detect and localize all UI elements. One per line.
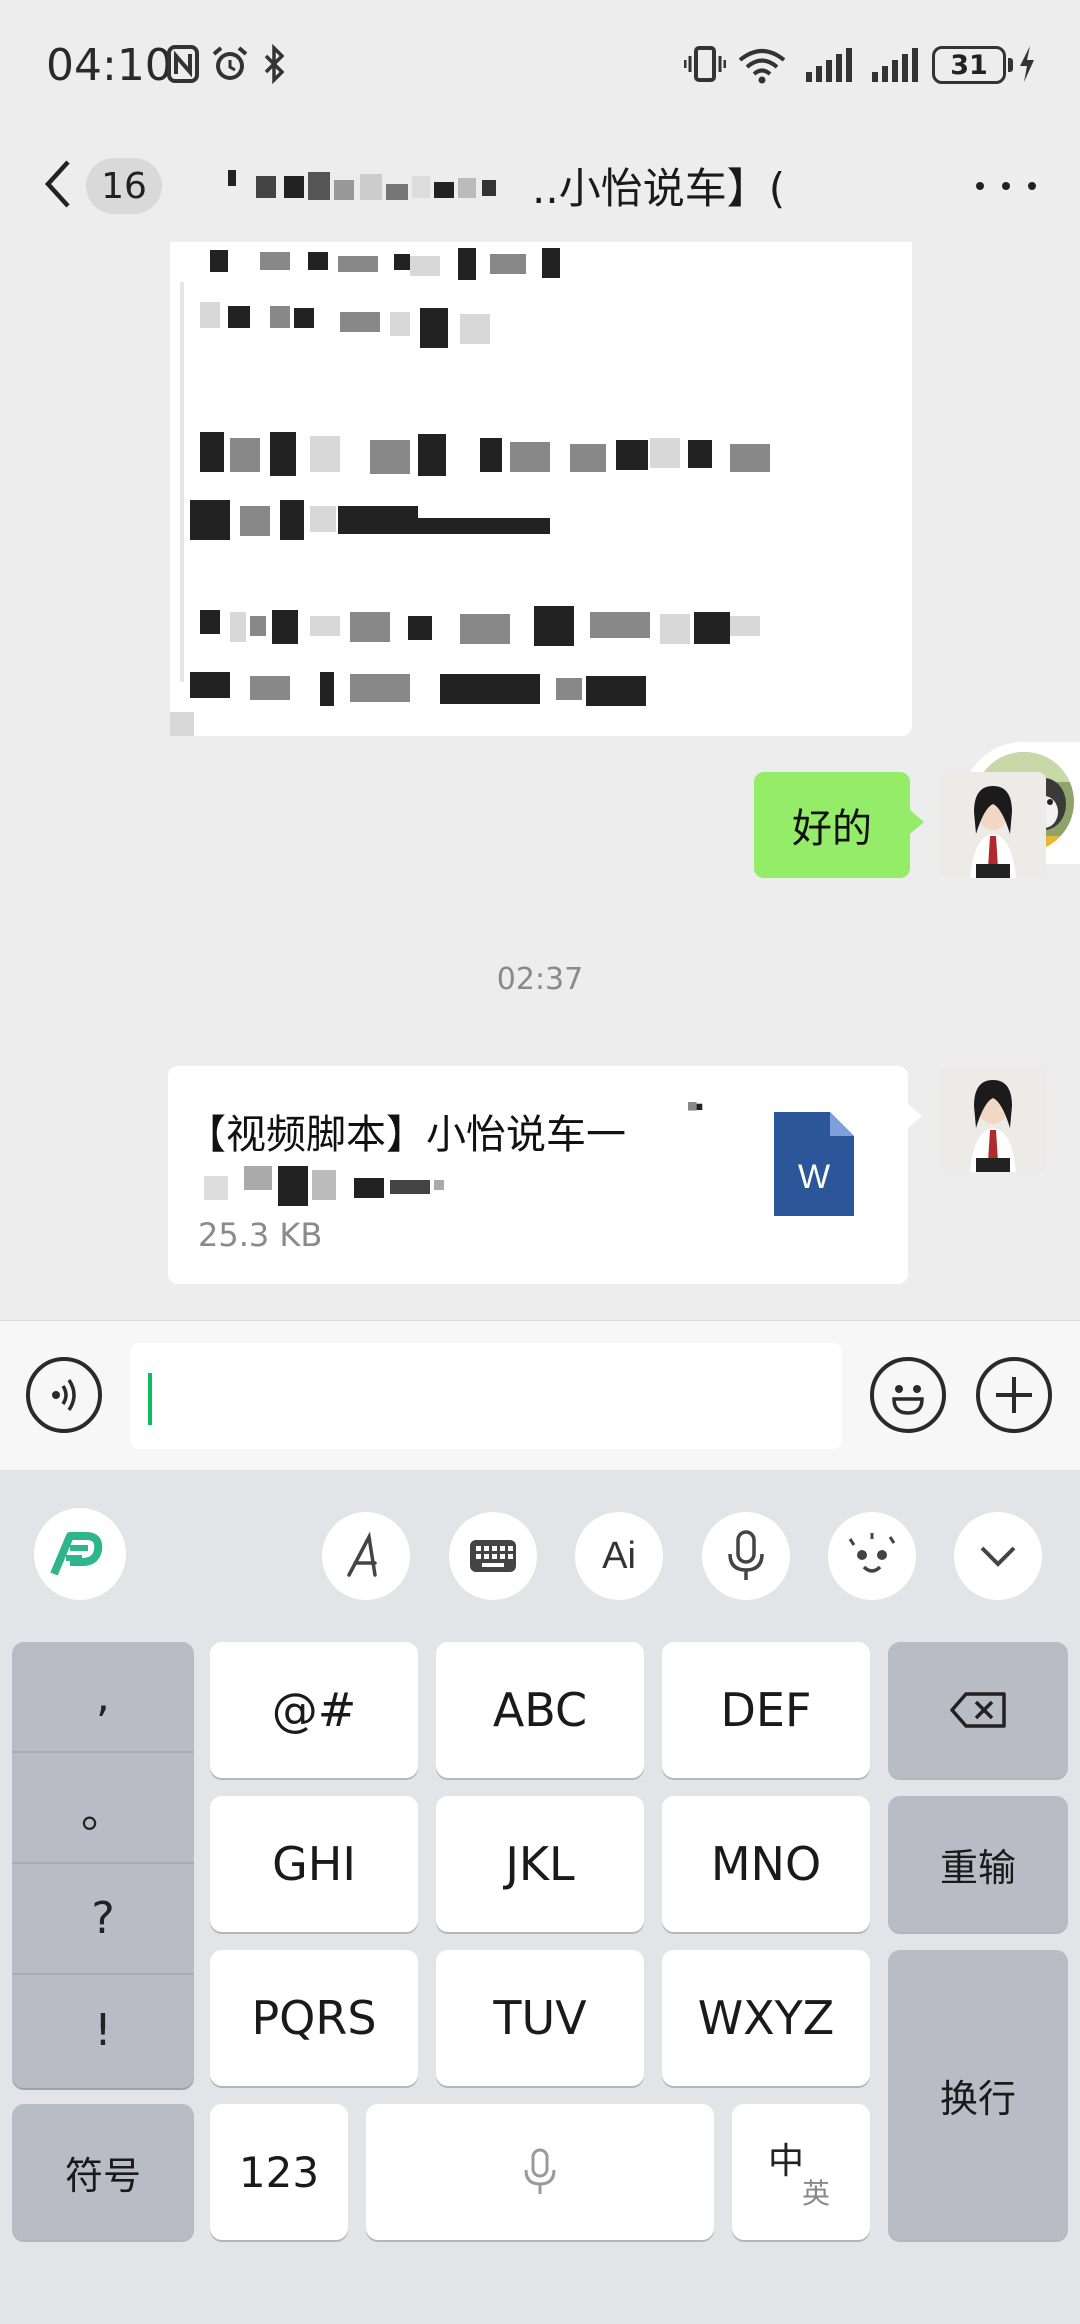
sent-message-bubble[interactable]: 好的 <box>754 772 924 878</box>
emoji-icon[interactable] <box>870 1357 946 1433</box>
redacted-mosaic <box>170 248 770 736</box>
battery-tip <box>1008 58 1013 72</box>
punctuation-key[interactable]: , <box>12 1642 194 1753</box>
charging-icon <box>1020 46 1034 82</box>
language-switch-key[interactable]: 中 英 <box>732 2104 870 2240</box>
alarm-icon <box>212 46 248 80</box>
key-jkl[interactable]: JKL <box>436 1796 644 1932</box>
backspace-key[interactable] <box>888 1642 1068 1778</box>
voice-icon[interactable] <box>26 1357 102 1433</box>
text-caret <box>148 1373 152 1425</box>
key-pqrs[interactable]: PQRS <box>210 1950 418 2086</box>
status-bar: 04:10 31 <box>0 0 1080 128</box>
signal-icon <box>806 48 852 82</box>
keyboard-toolbar: Ai <box>0 1470 1080 1634</box>
ai-icon[interactable]: Ai <box>575 1512 663 1600</box>
nfc-icon <box>167 45 199 83</box>
keyboard-logo-icon[interactable] <box>34 1508 126 1600</box>
microphone-icon[interactable] <box>702 1512 790 1600</box>
battery-indicator: 31 <box>932 46 1006 84</box>
emoticon-icon[interactable] <box>828 1512 916 1600</box>
keyboard: Ai , 。 ? ! @# ABC DEF GHI JKL MNO 重输 PQR… <box>0 1470 1080 2324</box>
numbers-key[interactable]: 123 <box>210 2104 348 2240</box>
battery-level: 31 <box>950 49 988 81</box>
zh-label: 中 <box>768 2141 805 2182</box>
keyboard-icon[interactable] <box>449 1512 537 1600</box>
word-icon-letter: W <box>798 1158 830 1196</box>
chat-title[interactable]: ..小怡说车】( <box>226 152 866 218</box>
newline-key[interactable]: 换行 <box>888 1950 1068 2240</box>
key-wxyz[interactable]: WXYZ <box>662 1950 870 2086</box>
file-name: 【视频脚本】小怡说车一 <box>186 1112 626 1158</box>
message-timestamp: 02:37 <box>496 962 584 997</box>
key-def[interactable]: DEF <box>662 1642 870 1778</box>
font-icon[interactable] <box>322 1512 410 1600</box>
punctuation-key[interactable]: ? <box>12 1864 194 1975</box>
my-avatar[interactable] <box>940 1066 1046 1172</box>
vibrate-icon <box>684 46 726 82</box>
more-icon[interactable] <box>976 168 1036 204</box>
symbols-key[interactable]: 符号 <box>12 2104 194 2240</box>
file-message-card[interactable]: 【视频脚本】小怡说车一 25.3 KB W <box>168 1066 922 1284</box>
key-tuv[interactable]: TUV <box>436 1950 644 2086</box>
en-label: 英 <box>802 2177 831 2210</box>
ai-label: Ai <box>602 1534 636 1577</box>
punctuation-key[interactable]: ! <box>12 1975 194 2086</box>
back-arrow-icon[interactable] <box>40 156 76 212</box>
unread-count-badge[interactable]: 16 <box>86 158 162 214</box>
chat-title-text: ..小怡说车】( <box>532 163 786 213</box>
punctuation-column[interactable]: , 。 ? ! <box>12 1642 194 2088</box>
sent-message-text: 好的 <box>792 806 872 852</box>
chat-header: 16 ..小怡说车】( <box>0 128 1080 242</box>
backspace-icon <box>950 1692 1006 1728</box>
message-input[interactable] <box>130 1343 842 1449</box>
punctuation-key[interactable]: 。 <box>12 1753 194 1864</box>
received-message-bubble[interactable] <box>170 242 912 736</box>
plus-icon[interactable] <box>976 1357 1052 1433</box>
redacted-mosaic <box>228 170 496 200</box>
bluetooth-icon <box>264 44 285 84</box>
key-abc[interactable]: ABC <box>436 1642 644 1778</box>
space-key[interactable] <box>366 2104 714 2240</box>
file-size: 25.3 KB <box>198 1216 323 1254</box>
unread-count: 16 <box>101 165 147 207</box>
key-symbols-at[interactable]: @# <box>210 1642 418 1778</box>
signal-icon <box>872 48 918 82</box>
microphone-icon <box>524 2148 556 2194</box>
wifi-icon <box>738 49 786 84</box>
redacted-mosaic <box>204 1166 444 1206</box>
reenter-key[interactable]: 重输 <box>888 1796 1068 1932</box>
key-mno[interactable]: MNO <box>662 1796 870 1932</box>
message-list[interactable]: 好的 02:37 【视频脚本】小怡说车一 25.3 KB W <box>0 242 1080 1320</box>
word-document-icon: W <box>774 1112 854 1216</box>
message-input-bar <box>0 1320 1080 1470</box>
my-avatar[interactable] <box>940 772 1046 878</box>
collapse-icon[interactable] <box>954 1512 1042 1600</box>
status-time: 04:10 <box>46 40 173 91</box>
key-ghi[interactable]: GHI <box>210 1796 418 1932</box>
